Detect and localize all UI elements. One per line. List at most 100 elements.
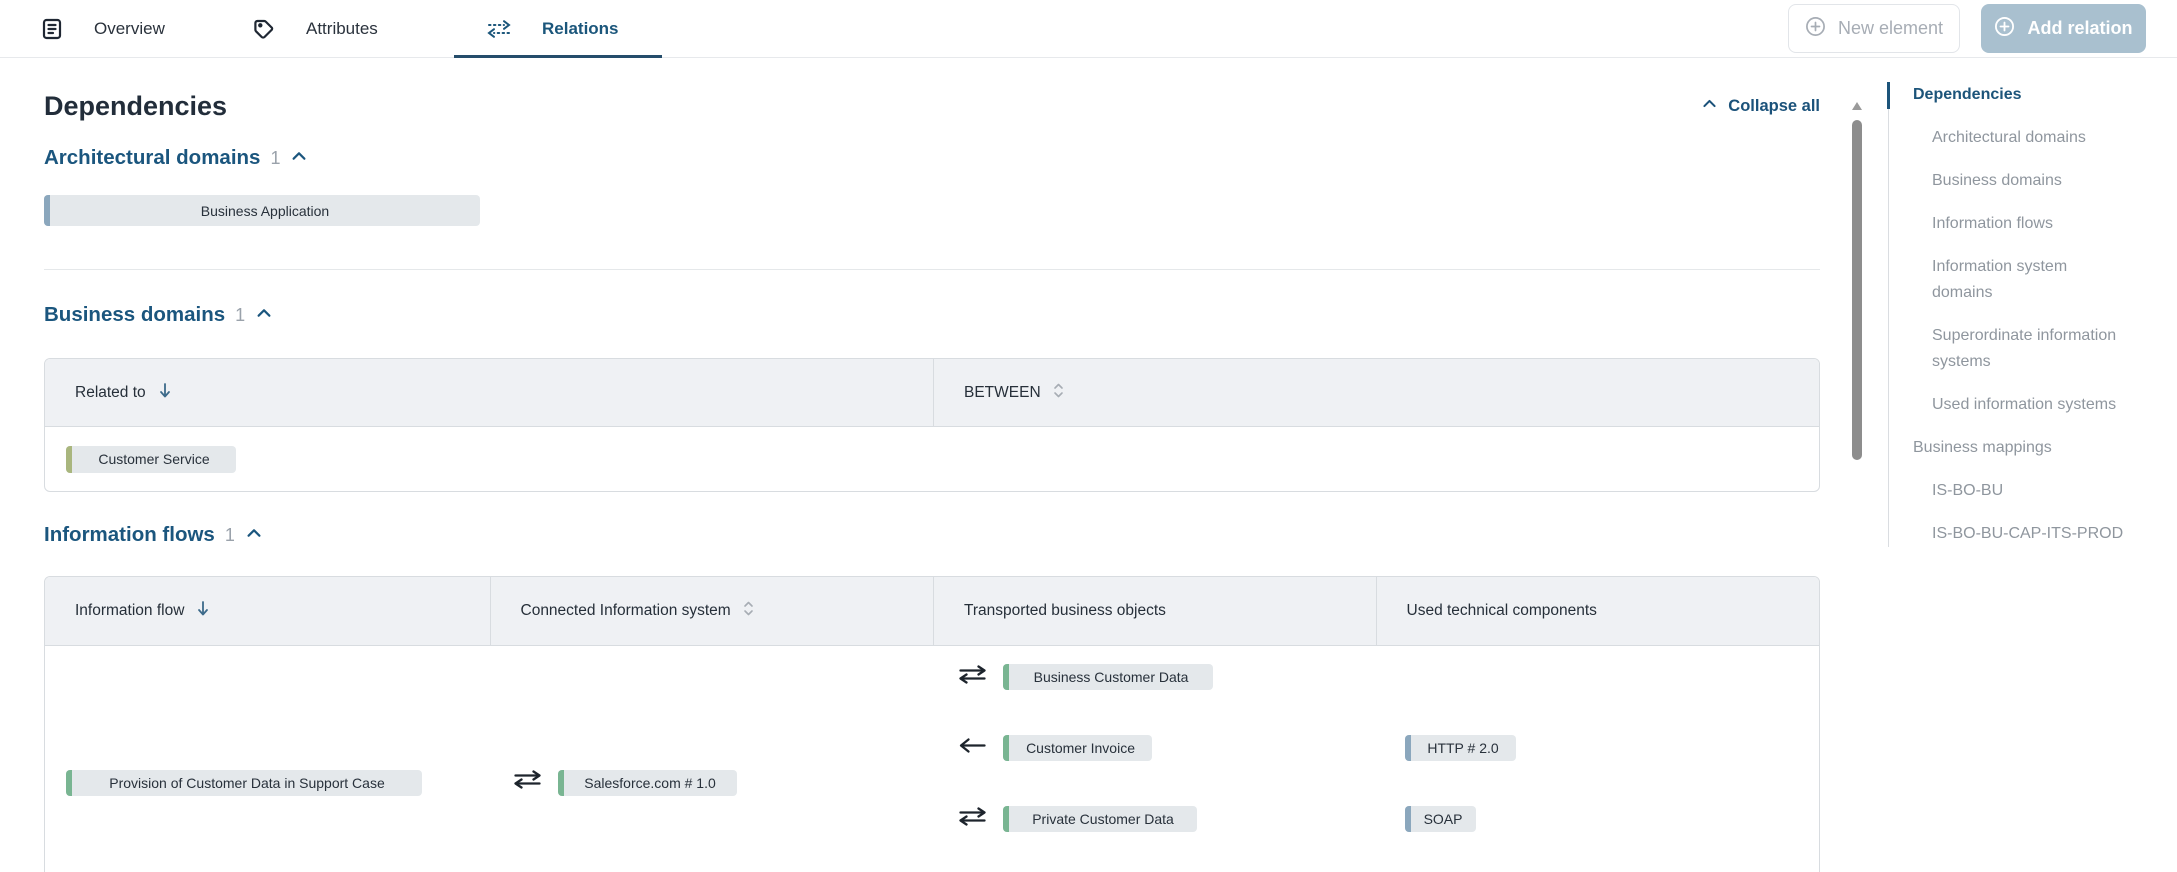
sidenav-label: Information flows (1932, 215, 2053, 232)
information-flow-row: Provision of Customer Data in Support Ca… (45, 646, 1819, 872)
sidenav-label: Business mappings (1913, 439, 2052, 456)
badge-customer-service[interactable]: Customer Service (66, 446, 236, 473)
badge-business-object[interactable]: Private Customer Data (1003, 806, 1197, 832)
section-header-business-domains[interactable]: Business domains 1 (44, 303, 1820, 327)
sort-unsorted-icon (743, 600, 754, 622)
sort-descending-icon (158, 382, 172, 404)
plus-circle-icon (1994, 16, 2015, 42)
table-header-row: Related to BETWEEN (45, 359, 1819, 427)
collapse-all-button[interactable]: Collapse all (1701, 95, 1820, 117)
relation-arrows-icon (486, 18, 512, 40)
sidenav-item-superordinate-information-systems[interactable]: Superordinate information systems (1889, 323, 2170, 375)
section-header-architectural-domains[interactable]: Architectural domains 1 (44, 146, 1820, 170)
badge-label: HTTP # 2.0 (1427, 740, 1498, 756)
add-relation-label: Add relation (2027, 18, 2132, 39)
section-title: Architectural domains (44, 146, 260, 170)
collapse-all-label: Collapse all (1728, 97, 1820, 116)
cell-transported-business-objects: Business Customer Data Customer Invoice (933, 646, 1375, 872)
section-header-information-flows[interactable]: Information flows 1 (44, 523, 1820, 547)
sidenav-item-information-flows[interactable]: Information flows (1889, 211, 2170, 237)
page-title: Dependencies (44, 91, 227, 122)
badge-business-object[interactable]: Business Customer Data (1003, 664, 1213, 690)
table-row: Customer Service (45, 427, 1819, 491)
sidenav-item-business-mappings[interactable]: Business mappings (1889, 435, 2170, 461)
add-relation-button[interactable]: Add relation (1981, 4, 2146, 53)
badge-label: Business Application (201, 203, 329, 219)
tab-relations-label: Relations (542, 19, 619, 39)
badge-technical-component[interactable]: SOAP (1405, 806, 1476, 832)
chevron-up-icon (290, 147, 308, 170)
sidenav-item-used-information-systems[interactable]: Used information systems (1889, 392, 2170, 418)
sort-descending-icon (196, 600, 210, 622)
information-flows-table: Information flow Connected Information s… (44, 576, 1820, 872)
scrollbar-thumb[interactable] (1852, 120, 1862, 460)
section-count: 1 (225, 525, 235, 546)
sidenav-item-dependencies[interactable]: Dependencies (1889, 82, 2170, 108)
cell-information-flow: Provision of Customer Data in Support Ca… (45, 646, 490, 872)
column-header-related-to[interactable]: Related to (45, 359, 933, 426)
sidenav-label: Used information systems (1932, 396, 2116, 413)
column-header-between[interactable]: BETWEEN (933, 359, 1819, 426)
badge-technical-component[interactable]: HTTP # 2.0 (1405, 735, 1516, 761)
column-header-label: BETWEEN (964, 384, 1041, 402)
badge-label: Customer Service (98, 451, 209, 467)
sidenav-item-is-bo-bu[interactable]: IS-BO-BU (1889, 478, 2170, 504)
sidenav-label: IS-BO-BU (1932, 482, 2003, 499)
section-count: 1 (235, 305, 245, 326)
badge-business-application[interactable]: Business Application (44, 195, 480, 226)
active-tab-underline (454, 55, 662, 58)
new-element-button[interactable]: New element (1788, 4, 1960, 53)
vertical-scrollbar[interactable] (1850, 58, 1864, 872)
tab-overview[interactable]: Overview (40, 0, 165, 58)
badge-label: Customer Invoice (1026, 740, 1135, 756)
cell-used-technical-components: HTTP # 2.0 SOAP (1376, 646, 1819, 872)
plus-circle-icon (1805, 16, 1826, 42)
business-object-entry: Customer Invoice (933, 712, 1375, 783)
badge-label: Provision of Customer Data in Support Ca… (109, 775, 384, 791)
technical-component-entry: SOAP (1376, 783, 1819, 854)
badge-label: Business Customer Data (1034, 669, 1189, 685)
badge-label: Salesforce.com # 1.0 (584, 775, 716, 791)
sidenav-item-business-domains[interactable]: Business domains (1889, 168, 2170, 194)
column-header-information-flow[interactable]: Information flow (45, 577, 490, 645)
tab-attributes-label: Attributes (306, 19, 378, 39)
business-domains-table: Related to BETWEEN Customer Service (44, 358, 1820, 492)
column-header-used-technical-components[interactable]: Used technical components (1376, 577, 1820, 645)
bidirectional-arrow-icon (957, 665, 988, 689)
column-header-transported-business-objects[interactable]: Transported business objects (933, 577, 1376, 645)
technical-component-entry (1376, 641, 1819, 712)
section-title: Information flows (44, 523, 215, 547)
technical-component-entry: HTTP # 2.0 (1376, 712, 1819, 783)
sidenav-label: Information system domains (1932, 258, 2067, 301)
tab-attributes[interactable]: Attributes (252, 0, 378, 58)
overview-document-icon (40, 17, 64, 41)
tag-icon (252, 17, 276, 41)
sidenav-label: IS-BO-BU-CAP-ITS-PROD (1932, 525, 2123, 542)
scrollbar-up-arrow[interactable] (1852, 102, 1862, 110)
bidirectional-arrow-icon (957, 807, 988, 831)
cell-connected-system: Salesforce.com # 1.0 (490, 646, 934, 872)
sidenav-item-information-system-domains[interactable]: Information system domains (1889, 254, 2170, 306)
column-header-label: Connected Information system (521, 602, 731, 620)
column-header-label: Used technical components (1407, 602, 1597, 620)
column-header-label: Transported business objects (964, 602, 1166, 620)
section-navigation-sidebar: Dependencies Architectural domains Busin… (1888, 82, 2170, 547)
tab-overview-label: Overview (94, 19, 165, 39)
column-header-connected-information-system[interactable]: Connected Information system (490, 577, 934, 645)
badge-business-object[interactable]: Customer Invoice (1003, 735, 1152, 761)
badge-information-flow[interactable]: Provision of Customer Data in Support Ca… (66, 770, 422, 796)
top-bar: Overview Attributes Relations (0, 0, 2177, 58)
badge-label: SOAP (1424, 811, 1463, 827)
sidenav-label: Superordinate information systems (1932, 327, 2116, 370)
sidenav-label: Business domains (1932, 172, 2062, 189)
bidirectional-arrow-icon (512, 770, 543, 794)
section-divider (44, 269, 1820, 270)
sidenav-item-is-bo-bu-cap-its-prod[interactable]: IS-BO-BU-CAP-ITS-PROD (1889, 521, 2170, 547)
table-header-row: Information flow Connected Information s… (45, 577, 1819, 646)
sort-unsorted-icon (1053, 382, 1064, 404)
sidenav-item-architectural-domains[interactable]: Architectural domains (1889, 125, 2170, 151)
business-object-entry: Private Customer Data (933, 783, 1375, 854)
tab-relations[interactable]: Relations (486, 0, 619, 58)
badge-connected-system[interactable]: Salesforce.com # 1.0 (558, 770, 737, 796)
section-title: Business domains (44, 303, 225, 327)
